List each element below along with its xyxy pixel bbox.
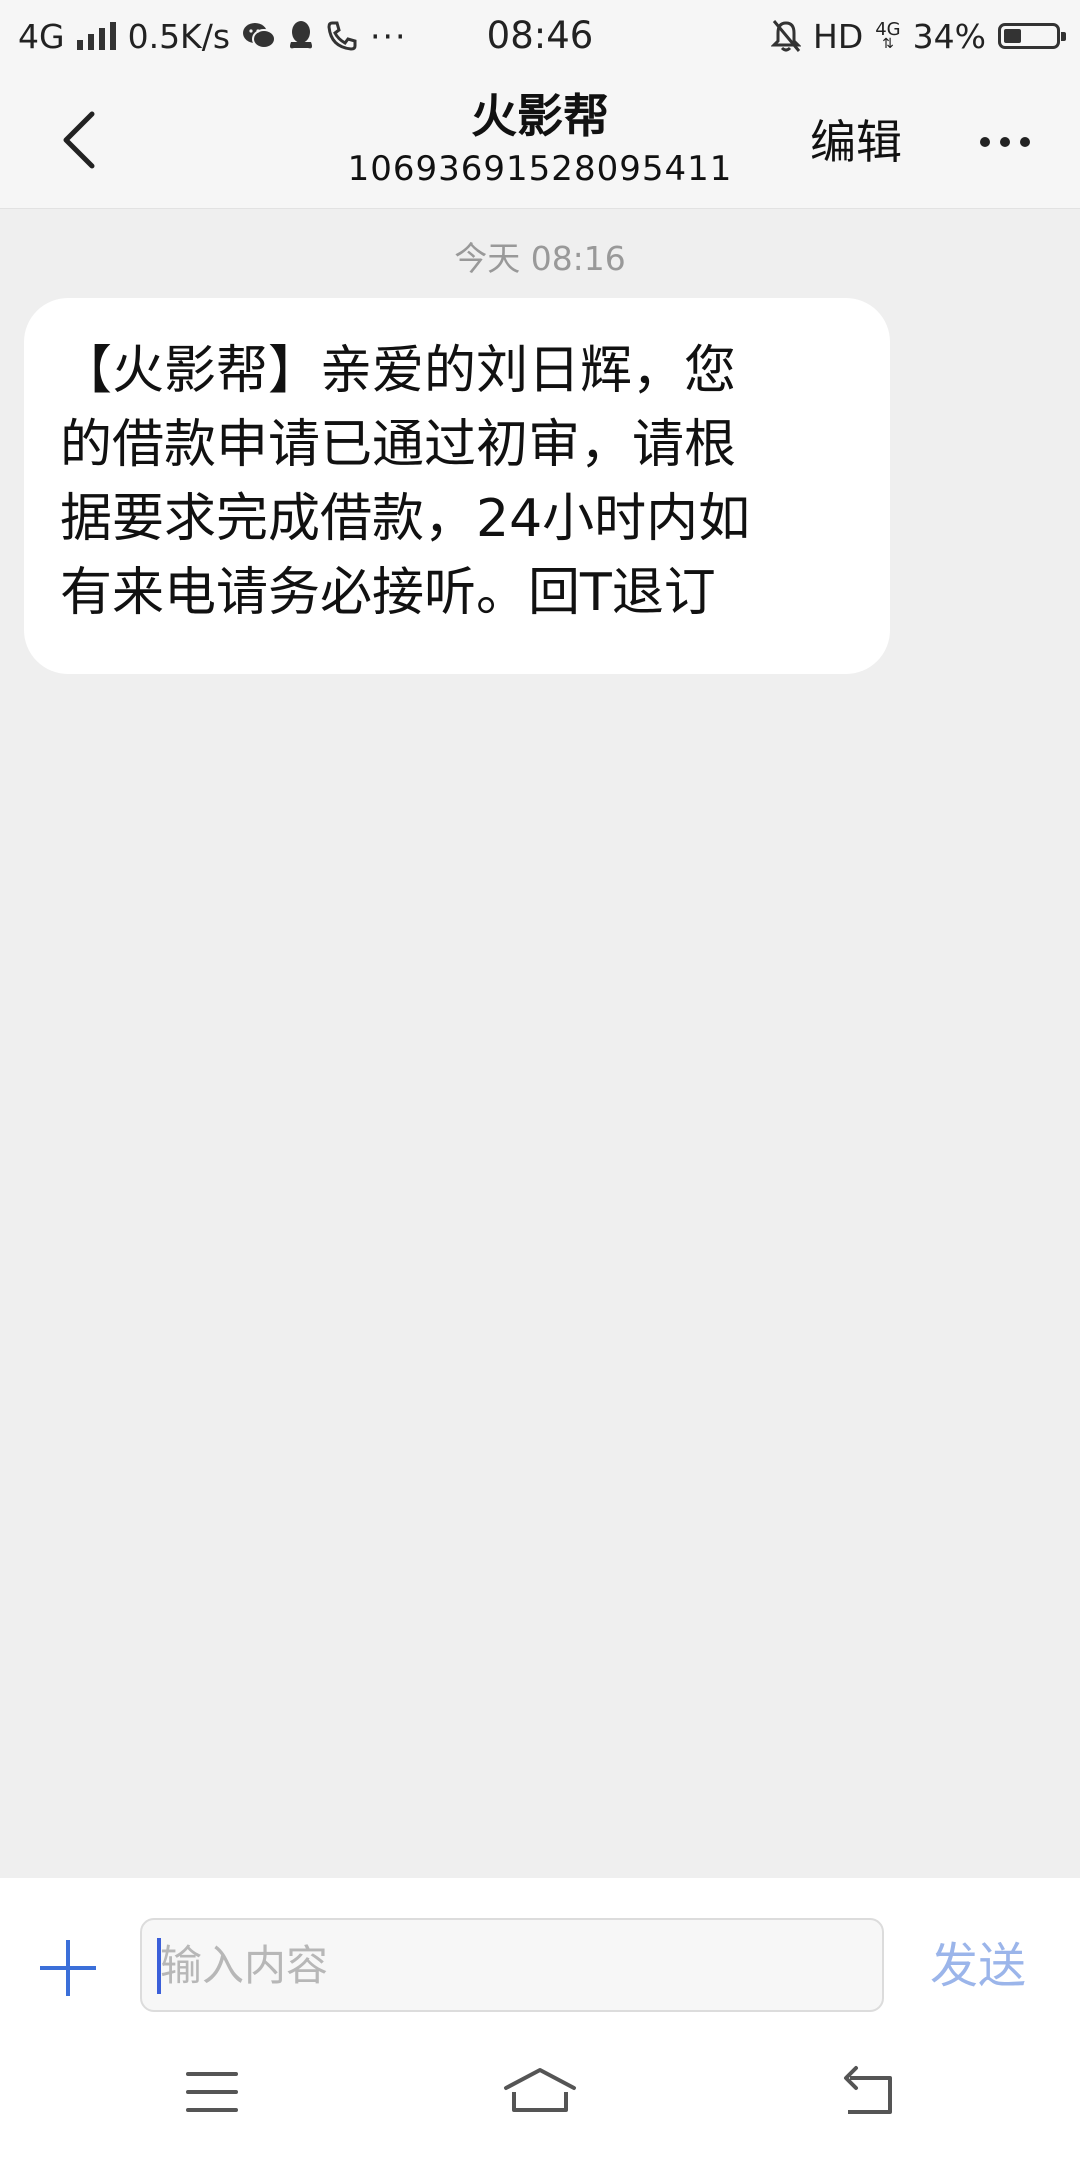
signal-icon <box>76 22 116 50</box>
message-line: 【火影帮】亲爱的刘日辉，您 <box>60 341 737 401</box>
data-arrows-icon: ⇅ <box>882 36 894 52</box>
more-dot <box>980 137 990 147</box>
status-bar: 4G 0.5K/s ··· 08:46 HD 4G ⇅ 34% <box>0 0 1080 72</box>
battery-icon <box>998 23 1066 49</box>
back-icon[interactable] <box>840 2064 900 2120</box>
message-line: 的借款申请已通过初审，请根 <box>60 415 737 475</box>
edit-button[interactable]: 编辑 <box>810 112 902 172</box>
menu-line <box>186 2090 238 2094</box>
wechat-icon <box>243 23 277 49</box>
more-dot <box>1000 137 1010 147</box>
more-notifications-icon: ··· <box>370 16 408 56</box>
system-nav-bar <box>0 2046 1080 2146</box>
message-input[interactable] <box>140 1918 884 2012</box>
back-chevron-icon <box>63 111 95 169</box>
message-line: 有来电请务必接听。回T退订 <box>60 563 716 623</box>
mute-bell-icon <box>771 20 801 52</box>
battery-percent: 34% <box>912 16 986 56</box>
back-button[interactable] <box>40 100 120 180</box>
menu-line <box>186 2108 238 2112</box>
menu-line <box>186 2072 238 2076</box>
network-type: 4G <box>18 16 65 56</box>
hd-indicator: HD <box>813 16 864 56</box>
data-4g-indicator: 4G ⇅ <box>875 21 900 52</box>
message-bubble[interactable]: 【火影帮】亲爱的刘日辉，您 的借款申请已通过初审，请根 据要求完成借款，24小时… <box>24 298 890 674</box>
text-cursor <box>157 1938 161 1994</box>
qq-icon <box>290 21 313 49</box>
status-right: HD 4G ⇅ 34% <box>771 0 1066 72</box>
home-icon[interactable] <box>500 2062 580 2126</box>
more-dot <box>1020 137 1030 147</box>
message-line: 据要求完成借款，24小时内如 <box>60 489 751 549</box>
battery-fill <box>1004 29 1021 43</box>
send-button[interactable]: 发送 <box>930 1934 1026 1998</box>
message-timestamp: 今天 08:16 <box>454 239 626 278</box>
status-left: 4G 0.5K/s ··· <box>18 0 408 72</box>
menu-icon[interactable] <box>186 2070 238 2114</box>
network-speed: 0.5K/s <box>127 16 231 56</box>
more-options-button[interactable] <box>970 112 1040 172</box>
contact-info: 火影帮 10693691528095411 <box>300 86 780 192</box>
conversation-header: 火影帮 10693691528095411 编辑 <box>0 72 1080 209</box>
contact-number: 10693691528095411 <box>347 149 733 189</box>
add-attachment-button[interactable] <box>40 1938 100 1998</box>
contact-name: 火影帮 <box>471 89 609 143</box>
call-icon <box>327 21 357 51</box>
